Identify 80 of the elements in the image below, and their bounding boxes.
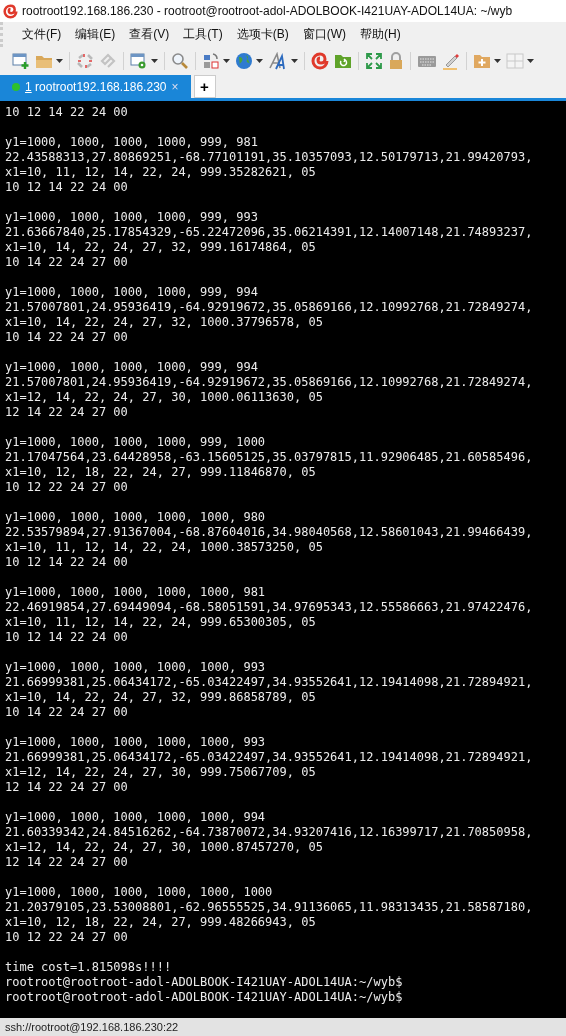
tab-label: 1 rootroot192.168.186.230 [25, 79, 167, 94]
caret-icon[interactable] [291, 59, 298, 63]
terminal-line: y1=1000, 1000, 1000, 1000, 999, 994 [5, 285, 259, 300]
caret-icon[interactable] [56, 59, 63, 63]
menu-item[interactable]: 帮助(H) [353, 23, 408, 46]
menu-item[interactable]: 查看(V) [122, 23, 177, 46]
session-tab[interactable]: 1 rootroot192.168.186.230 × [0, 75, 191, 98]
terminal-line: y1=1000, 1000, 1000, 1000, 1000, 994 [5, 810, 267, 825]
terminal-line: y1=1000, 1000, 1000, 1000, 1000, 981 [5, 585, 267, 600]
terminal-line: 10 14 22 24 27 00 [5, 705, 129, 720]
terminal-line: x1=10, 14, 22, 24, 27, 32, 1000.37796578, 05 [5, 315, 324, 330]
menu-item[interactable]: 选项卡(B) [229, 23, 296, 46]
new-tab-button[interactable]: + [193, 75, 216, 98]
pen-icon[interactable] [442, 52, 460, 70]
terminal-line: 10 12 22 24 27 00 [5, 930, 129, 945]
terminal-line: 10 14 22 24 27 00 [5, 255, 129, 270]
terminal-line: 12 14 22 24 27 00 [5, 855, 129, 870]
menu-item[interactable]: 文件(F) [15, 23, 69, 46]
fullscreen-icon[interactable] [365, 52, 383, 70]
caret-icon[interactable] [151, 59, 158, 63]
terminal-line: x1=10, 12, 18, 22, 24, 27, 999.48266943, 05 [5, 915, 317, 930]
keyboard-icon[interactable] [417, 54, 437, 68]
swirl-icon [3, 3, 18, 19]
terminal-line: x1=12, 14, 22, 24, 27, 30, 999.75067709, 05 [5, 765, 317, 780]
terminal-line: x1=10, 14, 22, 24, 27, 32, 999.16174864, 05 [5, 240, 317, 255]
window-title: rootroot192.168.186.230 - rootroot@rootroot-adol-ADOLBOOK-I421UAY-ADOL14UA: ~/wyb [22, 4, 513, 18]
terminal-line: rootroot@rootroot-adol-ADOLBOOK-I421UAY-ADOL14UA:~/wyb$ [5, 990, 404, 1005]
terminal-line: y1=1000, 1000, 1000, 1000, 1000, 1000 [5, 885, 274, 900]
status-bar: ssh://rootroot@192.168.186.230:22 [0, 1018, 566, 1036]
terminal-line: y1=1000, 1000, 1000, 1000, 999, 1000 [5, 435, 267, 450]
terminal-line: x1=10, 11, 12, 14, 22, 24, 999.65300305, 05 [5, 615, 317, 630]
terminal-line: 22.43588313,27.80869251,-68.77101191,35.10357093,12.50179713,21.99420793, [5, 150, 534, 165]
menu-item[interactable]: 工具(T) [176, 23, 230, 46]
terminal-line: 21.66999381,25.06434172,-65.03422497,34.93552641,12.19414098,21.72894921, [5, 675, 534, 690]
caret-icon[interactable] [527, 59, 534, 63]
folder-arrow-icon[interactable] [334, 53, 352, 69]
search-icon[interactable] [171, 52, 189, 70]
menu-item[interactable]: 窗口(W) [295, 23, 353, 46]
terminal-line: 10 12 14 22 24 00 [5, 630, 129, 645]
terminal-line: 21.60339342,24.84516262,-64.73870072,34.93207416,12.16399717,21.70850958, [5, 825, 534, 840]
caret-icon[interactable] [223, 59, 230, 63]
terminal-line: 21.20379105,23.53008801,-62.96555525,34.91136065,11.98313435,21.58587180, [5, 900, 534, 915]
menu-item[interactable]: 编辑(E) [68, 23, 123, 46]
caret-icon[interactable] [256, 59, 263, 63]
terminal-line: 21.57007801,24.95936419,-64.92919672,35.05869166,12.10992768,21.72849274, [5, 375, 534, 390]
terminal-line: 22.53579894,27.91367004,-68.87604016,34.98040568,12.58601043,21.99466439, [5, 525, 534, 540]
globe-icon[interactable] [235, 52, 253, 70]
terminal-line: y1=1000, 1000, 1000, 1000, 999, 994 [5, 360, 259, 375]
terminal-line: 21.17047564,23.64428958,-63.15605125,35.03797815,11.92906485,21.60585496, [5, 450, 534, 465]
new-window-icon[interactable] [12, 52, 30, 70]
terminal-line: y1=1000, 1000, 1000, 1000, 999, 993 [5, 210, 259, 225]
terminal-line: x1=10, 11, 12, 14, 22, 24, 999.35282621, 05 [5, 165, 317, 180]
terminal-line: 21.66999381,25.06434172,-65.03422497,34.93552641,12.19414098,21.72894921, [5, 750, 534, 765]
terminal-line: x1=12, 14, 22, 24, 27, 30, 1000.87457270, 05 [5, 840, 324, 855]
swirl-icon[interactable] [311, 52, 329, 70]
terminal-line: x1=10, 14, 22, 24, 27, 32, 999.86858789, 05 [5, 690, 317, 705]
window-gear-icon[interactable] [130, 52, 148, 70]
font-icon[interactable] [268, 52, 288, 70]
terminal-line: y1=1000, 1000, 1000, 1000, 1000, 993 [5, 660, 267, 675]
squares-icon[interactable] [202, 52, 220, 70]
terminal-line: y1=1000, 1000, 1000, 1000, 1000, 980 [5, 510, 267, 525]
terminal-line: y1=1000, 1000, 1000, 1000, 999, 981 [5, 135, 259, 150]
terminal-line: 10 12 14 22 24 00 [5, 555, 129, 570]
terminal-line: rootroot@rootroot-adol-ADOLBOOK-I421UAY-ADOL14UA:~/wyb$ [5, 975, 404, 990]
terminal-line: 10 14 22 24 27 00 [5, 330, 129, 345]
terminal-line: x1=10, 12, 18, 22, 24, 27, 999.11846870, 05 [5, 465, 317, 480]
terminal-line: 21.57007801,24.95936419,-64.92919672,35.05869166,12.10992768,21.72849274, [5, 300, 534, 315]
terminal-line: 10 12 14 22 24 00 [5, 180, 129, 195]
terminal-line: y1=1000, 1000, 1000, 1000, 1000, 993 [5, 735, 267, 750]
terminal-line: x1=12, 14, 22, 24, 27, 30, 1000.06113630, 05 [5, 390, 324, 405]
terminal-line: 22.46919854,27.69449094,-68.58051591,34.97695343,12.55586663,21.97422476, [5, 600, 534, 615]
terminal-line: x1=10, 11, 12, 14, 22, 24, 1000.38573250, 05 [5, 540, 324, 555]
terminal-line: 21.63667840,25.17854329,-65.22472096,35.06214391,12.14007148,21.74893237, [5, 225, 534, 240]
caret-icon[interactable] [494, 59, 501, 63]
lock-icon[interactable] [388, 52, 404, 70]
terminal-line: 10 12 22 24 27 00 [5, 480, 129, 495]
terminal-line: 12 14 22 24 27 00 [5, 405, 129, 420]
terminal-line: time cost=1.815098s!!!! [5, 960, 173, 975]
terminal-line: 12 14 22 24 27 00 [5, 780, 129, 795]
terminal-line: 10 12 14 22 24 00 [5, 105, 129, 120]
